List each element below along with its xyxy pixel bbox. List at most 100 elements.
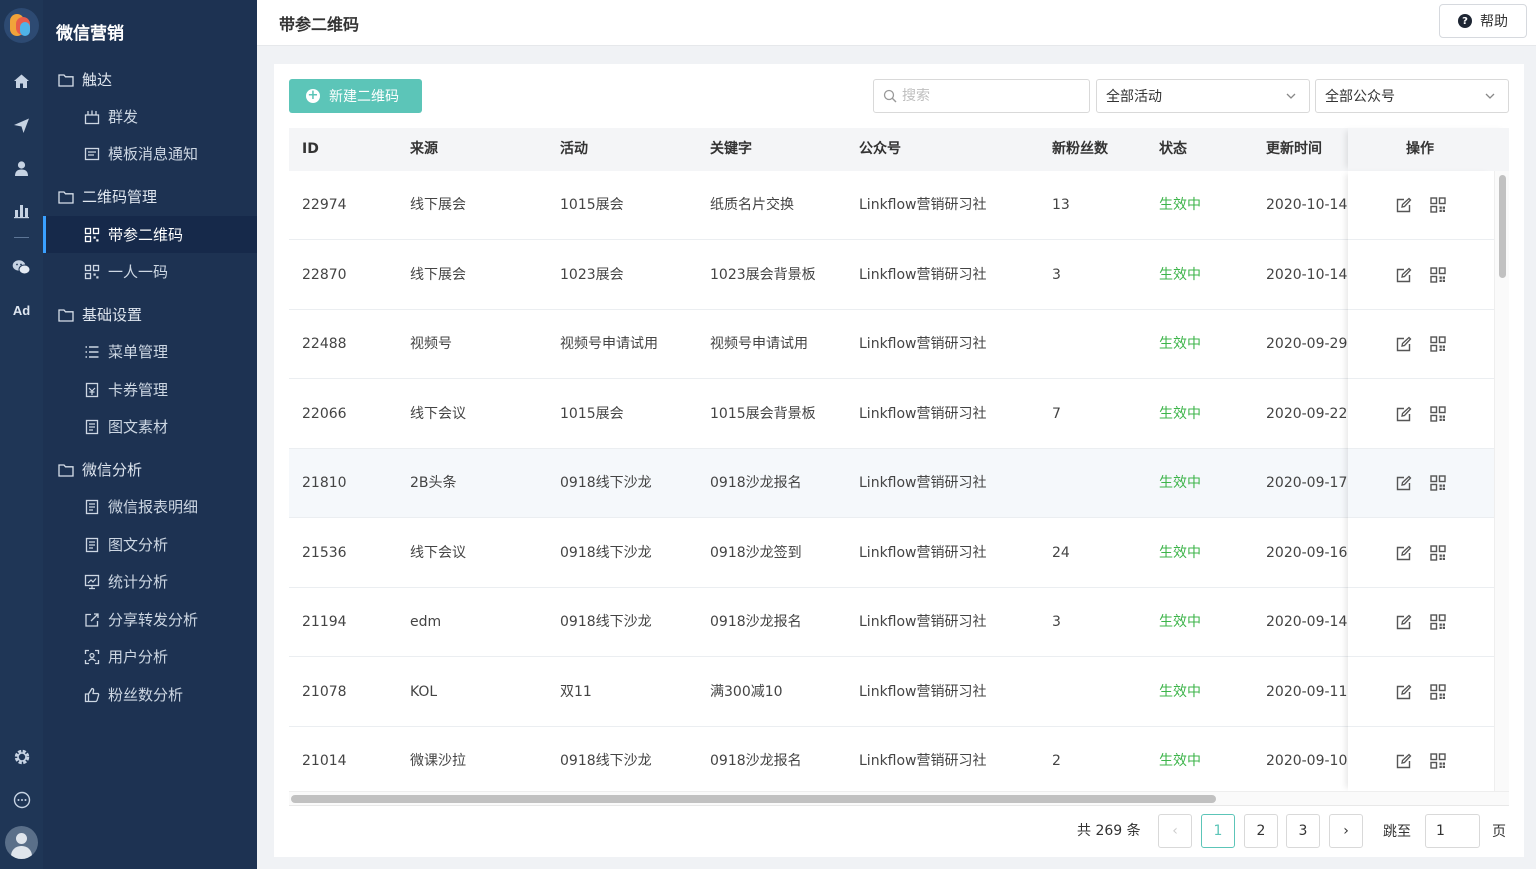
column-header-activity[interactable]: 活动 [560,128,588,171]
page-button-2[interactable]: 2 [1244,814,1278,848]
qrcode-icon[interactable] [1430,336,1446,356]
table-row[interactable]: 21194 edm 0918线下沙龙 0918沙龙报名 Linkflow营销研习社 3 生效… [289,588,1494,657]
edit-icon[interactable] [1395,684,1412,705]
row-actions [1348,241,1494,310]
qrcode-icon[interactable] [1430,614,1446,634]
sidebar-item-article-material[interactable]: 图文素材 [43,408,257,445]
edit-icon[interactable] [1395,197,1412,218]
vertical-scrollbar[interactable] [1494,171,1509,791]
search-box[interactable] [873,79,1090,113]
cell-id: 21194 [302,614,347,630]
sidebar-item-coupon-management[interactable]: 卡券管理 [43,371,257,408]
horizontal-scrollbar[interactable] [289,791,1509,805]
table-row[interactable]: 22870 线下展会 1023展会 1023展会背景板 Linkflow营销研习社 3 生效… [289,240,1494,310]
column-header-updated[interactable]: 更新时间 [1266,128,1322,171]
ad-icon[interactable]: Ad [0,298,43,322]
cell-activity: 0918线下沙龙 [560,544,652,561]
qrcode-icon[interactable] [1430,266,1446,287]
qrcode-icon[interactable] [1430,475,1446,495]
row-actions [1348,727,1494,796]
edit-icon[interactable] [1395,753,1412,774]
table-row[interactable]: 22488 视频号 视频号申请试用 视频号申请试用 Linkflow营销研习社 生效中 20… [289,310,1494,379]
row-actions [1348,588,1494,657]
sidebar-item-param-qrcode[interactable]: 带参二维码 [43,216,257,253]
sidebar-item-share-analysis[interactable]: 分享转发分析 [43,601,257,638]
settings-icon[interactable] [0,745,43,769]
icon-rail: Ad [0,0,43,869]
share-icon [83,611,100,628]
qrcode-icon[interactable] [1430,197,1446,217]
sidebar-item-fans-analysis[interactable]: 粉丝数分析 [43,676,257,713]
cell-account: Linkflow营销研习社 [859,266,987,283]
edit-icon[interactable] [1395,267,1412,288]
column-header-status[interactable]: 状态 [1159,128,1187,171]
cell-account: Linkflow营销研习社 [859,475,987,491]
cell-source: 线下展会 [410,197,466,213]
qrcode-icon[interactable] [1430,544,1446,565]
cell-activity: 1023展会 [560,266,624,283]
app-logo[interactable] [4,8,39,43]
cell-account: Linkflow营销研习社 [859,683,987,700]
column-header-keyword[interactable]: 关键字 [710,128,752,171]
sidebar-item-label: 粉丝数分析 [108,686,184,704]
column-header-account[interactable]: 公众号 [859,128,901,171]
edit-icon[interactable] [1395,406,1412,427]
sidebar-item-article-analysis[interactable]: 图文分析 [43,526,257,563]
page-button-1[interactable]: 1 [1201,814,1235,848]
edit-icon[interactable] [1395,336,1412,357]
rail-divider [14,237,29,238]
qrcode-icon[interactable] [1430,753,1446,773]
cell-activity: 1015展会 [560,405,624,422]
cell-keyword: 0918沙龙报名 [710,753,802,769]
sidebar-group-basic-settings[interactable]: 基础设置 [43,296,257,333]
wechat-icon[interactable] [0,255,43,279]
send-icon[interactable] [0,113,43,137]
chat-icon[interactable] [0,788,43,812]
sidebar-item-template-message[interactable]: 模板消息通知 [43,135,257,172]
qrcode-icon[interactable] [1430,405,1446,426]
edit-icon[interactable] [1395,545,1412,566]
bar-chart-icon[interactable] [0,198,43,222]
edit-icon[interactable] [1395,614,1412,635]
row-actions [1348,519,1494,588]
activity-select[interactable]: 全部活动 [1096,79,1310,113]
new-qrcode-button[interactable]: + 新建二维码 [289,79,422,113]
folder-icon [57,461,74,478]
prev-page-button[interactable]: ‹ [1158,814,1192,848]
table-header: ID 来源 活动 关键字 公众号 新粉丝数 状态 更新时间 [289,128,1509,171]
user-icon[interactable] [0,156,43,180]
search-input[interactable] [902,88,1082,104]
column-header-id[interactable]: ID [302,128,319,171]
table-row[interactable]: 21536 线下会议 0918线下沙龙 0918沙龙签到 Linkflow营销研习社 24… [289,518,1494,588]
sidebar-item-user-analysis[interactable]: 用户分析 [43,638,257,675]
home-icon[interactable] [0,69,43,93]
activity-select-value: 全部活动 [1106,89,1162,105]
vertical-scroll-thumb[interactable] [1499,175,1506,278]
table-row[interactable]: 22066 线下会议 1015展会 1015展会背景板 Linkflow营销研习社 7 生效… [289,379,1494,449]
cell-keyword: 0918沙龙签到 [710,544,802,561]
sidebar-item-mass-send[interactable]: 群发 [43,98,257,135]
table-row[interactable]: 22974 线下展会 1015展会 纸质名片交换 Linkflow营销研习社 13 生效中 2… [289,171,1494,240]
table-row[interactable]: 21014 微课沙拉 0918线下沙龙 0918沙龙报名 Linkflow营销研习社 2 生… [289,727,1494,796]
jump-page-input[interactable]: 1 [1425,814,1480,848]
horizontal-scroll-thumb[interactable] [291,795,1216,803]
edit-icon[interactable] [1395,475,1412,496]
help-button[interactable]: ? 帮助 [1439,4,1527,38]
table-row[interactable]: 21078 KOL 双11 满300减10 Linkflow营销研习社 生效中 2020-0… [289,657,1494,727]
sidebar-group-qrcode[interactable]: 二维码管理 [43,178,257,215]
account-select[interactable]: 全部公众号 [1315,79,1509,113]
table-row[interactable]: 21810 2B头条 0918线下沙龙 0918沙龙报名 Linkflow营销研习社 生效… [289,449,1494,518]
next-page-button[interactable]: › [1329,814,1363,848]
sidebar-item-one-person-one-code[interactable]: 一人一码 [43,253,257,290]
sidebar-item-menu-management[interactable]: 菜单管理 [43,333,257,370]
sidebar-group-touch[interactable]: 触达 [43,61,257,98]
sidebar-item-statistics-analysis[interactable]: 统计分析 [43,563,257,600]
sidebar-group-wechat-analysis[interactable]: 微信分析 [43,451,257,488]
column-header-source[interactable]: 来源 [410,128,438,171]
sidebar-item-report-detail[interactable]: 微信报表明细 [43,488,257,525]
column-header-new-fans[interactable]: 新粉丝数 [1052,128,1108,171]
sidebar-item-label: 带参二维码 [108,226,184,244]
qrcode-icon[interactable] [1430,683,1446,704]
avatar[interactable] [5,826,38,859]
page-button-3[interactable]: 3 [1286,814,1320,848]
